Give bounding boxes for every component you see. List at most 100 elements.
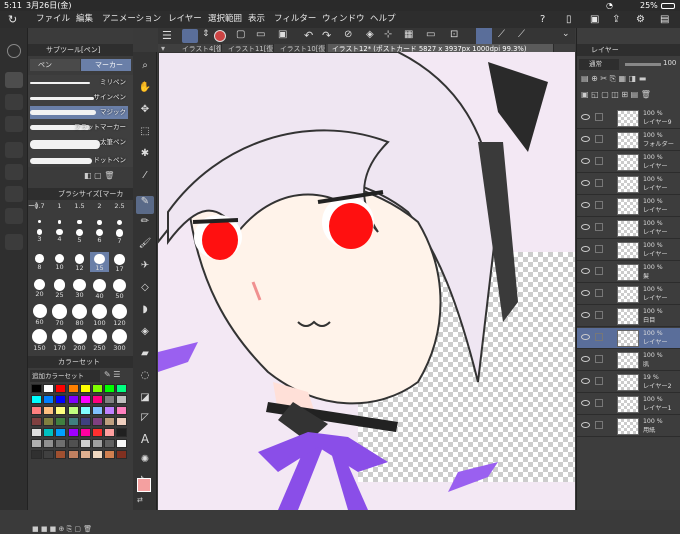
layer-row-selected[interactable]: 100 % レイヤー xyxy=(577,328,680,349)
colorset-tools-icon[interactable]: ✎ ☰ xyxy=(104,370,120,379)
layer-lock-checkbox[interactable] xyxy=(595,135,603,143)
brush-size-cell[interactable]: 6 xyxy=(90,227,109,247)
color-swatch[interactable] xyxy=(67,384,79,393)
help-icon[interactable]: ? xyxy=(540,11,545,28)
layer-lock-checkbox[interactable] xyxy=(595,311,603,319)
color-swap-icon[interactable]: ⇄ xyxy=(137,496,143,504)
brush-size-cell[interactable]: 0.7 xyxy=(30,202,49,223)
brush-size-cell[interactable]: 200 xyxy=(70,327,89,352)
main-color-swatch[interactable] xyxy=(137,478,151,492)
brush-size-cell[interactable]: 5 xyxy=(70,227,89,247)
visibility-eye-icon[interactable] xyxy=(581,158,590,164)
tab-marker[interactable]: マーカー xyxy=(81,59,131,71)
menu-view[interactable]: 表示 xyxy=(248,11,265,28)
menu-selection[interactable]: 選択範囲 xyxy=(208,11,242,28)
brush-size-cell[interactable]: 170 xyxy=(50,327,69,352)
color-swatch[interactable] xyxy=(43,417,55,426)
color-swatch[interactable] xyxy=(67,406,79,415)
brush-size-cell[interactable]: 40 xyxy=(90,277,109,300)
blend-tool-icon[interactable]: ◗ xyxy=(136,304,154,322)
clear-icon[interactable]: ⊘ xyxy=(344,29,352,40)
menu-help[interactable]: ヘルプ xyxy=(370,11,396,28)
layer-lock-checkbox[interactable] xyxy=(595,223,603,231)
layer-row[interactable]: 100 % 白目 xyxy=(577,306,680,327)
menu-file[interactable]: ファイル xyxy=(36,11,70,28)
color-swatch[interactable] xyxy=(116,384,128,393)
brush-item-selected[interactable]: マジック xyxy=(30,106,128,119)
zoom-tool-icon[interactable]: ⌕ xyxy=(136,60,154,78)
menu-filter[interactable]: フィルター xyxy=(274,11,316,28)
fill-icon[interactable]: ◈ xyxy=(366,29,374,40)
layer-lock-checkbox[interactable] xyxy=(595,201,603,209)
color-swatch[interactable] xyxy=(116,428,128,437)
color-swatch[interactable] xyxy=(67,439,79,448)
layer-row[interactable]: 100 % レイヤー xyxy=(577,174,680,195)
visibility-eye-icon[interactable] xyxy=(581,290,590,296)
brush-size-cell[interactable]: 60 xyxy=(30,302,49,326)
color-swatch[interactable] xyxy=(55,384,67,393)
color-swatch[interactable] xyxy=(55,417,67,426)
layer-tools-row1[interactable]: ▤ ⊕ ✂ ⎘ ▦ ◨ ▬ xyxy=(581,74,646,84)
color-swatch[interactable] xyxy=(67,417,79,426)
color-swatch[interactable] xyxy=(92,406,103,415)
brush-size-cell[interactable]: 4 xyxy=(50,227,69,247)
color-slider-icon[interactable] xyxy=(5,164,23,180)
layer-row[interactable]: 100 % 髪 xyxy=(577,262,680,283)
fill-group-icon[interactable] xyxy=(5,116,23,132)
hand-tool-icon[interactable]: ✋ xyxy=(136,82,154,100)
open-folder-icon[interactable]: ▭ xyxy=(256,29,265,40)
redo-icon[interactable]: ↷ xyxy=(322,29,331,42)
color-swatch[interactable] xyxy=(79,384,91,393)
opacity-slider[interactable] xyxy=(625,63,661,66)
color-swatch[interactable] xyxy=(55,450,67,459)
shape-tool-icon[interactable]: ◪ xyxy=(136,392,154,410)
visibility-eye-icon[interactable] xyxy=(581,312,590,318)
color-swatch[interactable] xyxy=(79,428,91,437)
color-swatch[interactable] xyxy=(79,450,91,459)
layer-row[interactable]: 100 % 用紙 xyxy=(577,416,680,437)
color-swatch[interactable] xyxy=(43,439,55,448)
color-swatch[interactable] xyxy=(31,428,42,437)
brush-size-cell[interactable]: 20 xyxy=(30,277,49,298)
brush-size-cell[interactable]: 80 xyxy=(70,302,89,327)
blend-mode-dropdown[interactable]: 通常 xyxy=(579,59,619,70)
layer-lock-checkbox[interactable] xyxy=(595,421,603,429)
colorset-footer-icons[interactable]: ■ ■ ■ ⊕ ⎘ ▢ 🗑 xyxy=(32,525,92,534)
snap-icon[interactable]: ⊡ xyxy=(450,29,458,40)
layer-row[interactable]: 100 % レイヤー xyxy=(577,152,680,173)
image-icon[interactable]: ▣ xyxy=(590,11,599,28)
color-swatch[interactable] xyxy=(43,450,55,459)
brush-size-cell[interactable]: 2 xyxy=(90,202,109,225)
menu-edit[interactable]: 編集 xyxy=(76,11,93,28)
color-swatch[interactable] xyxy=(92,395,103,404)
brush-size-cell[interactable]: 25 xyxy=(50,277,69,299)
layer-lock-checkbox[interactable] xyxy=(595,333,603,341)
color-swatch[interactable] xyxy=(31,439,42,448)
layer-row[interactable]: 100 % レイヤー xyxy=(577,218,680,239)
brush-size-cell[interactable]: 10 xyxy=(50,252,69,272)
brush-size-cell[interactable]: 30 xyxy=(70,277,89,299)
layer-lock-checkbox[interactable] xyxy=(595,267,603,275)
layer-lock-checkbox[interactable] xyxy=(595,399,603,407)
visibility-eye-icon[interactable] xyxy=(581,400,590,406)
eyedropper-icon[interactable]: ⁄ xyxy=(136,170,154,188)
brush-item[interactable]: 太筆ペン xyxy=(30,136,128,154)
brush-size-cell[interactable]: 120 xyxy=(110,302,129,327)
tutorial-icon[interactable]: ▤ xyxy=(660,11,669,28)
layer-lock-checkbox[interactable] xyxy=(595,377,603,385)
visibility-eye-icon[interactable] xyxy=(581,356,590,362)
smartphone-icon[interactable]: ▯ xyxy=(566,11,572,28)
artwork-canvas[interactable] xyxy=(158,52,575,510)
layer-row[interactable]: 100 % レイヤー xyxy=(577,240,680,261)
snap-ruler-button[interactable] xyxy=(476,28,492,44)
visibility-eye-icon[interactable] xyxy=(581,422,590,428)
color-set-icon[interactable] xyxy=(5,186,23,202)
layer-row[interactable]: 100 % 肌 xyxy=(577,350,680,371)
visibility-eye-icon[interactable] xyxy=(581,334,590,340)
brush-size-cell[interactable]: 1 xyxy=(50,202,69,224)
chevron-down-icon[interactable]: ⌄ xyxy=(562,29,570,39)
brush-size-cell[interactable]: 7 xyxy=(110,227,129,247)
subtool-footer-icons[interactable]: ◧ ▢ 🗑 xyxy=(84,171,114,180)
color-swatch[interactable] xyxy=(31,450,42,459)
brush-item[interactable]: ドットペン xyxy=(30,154,128,167)
